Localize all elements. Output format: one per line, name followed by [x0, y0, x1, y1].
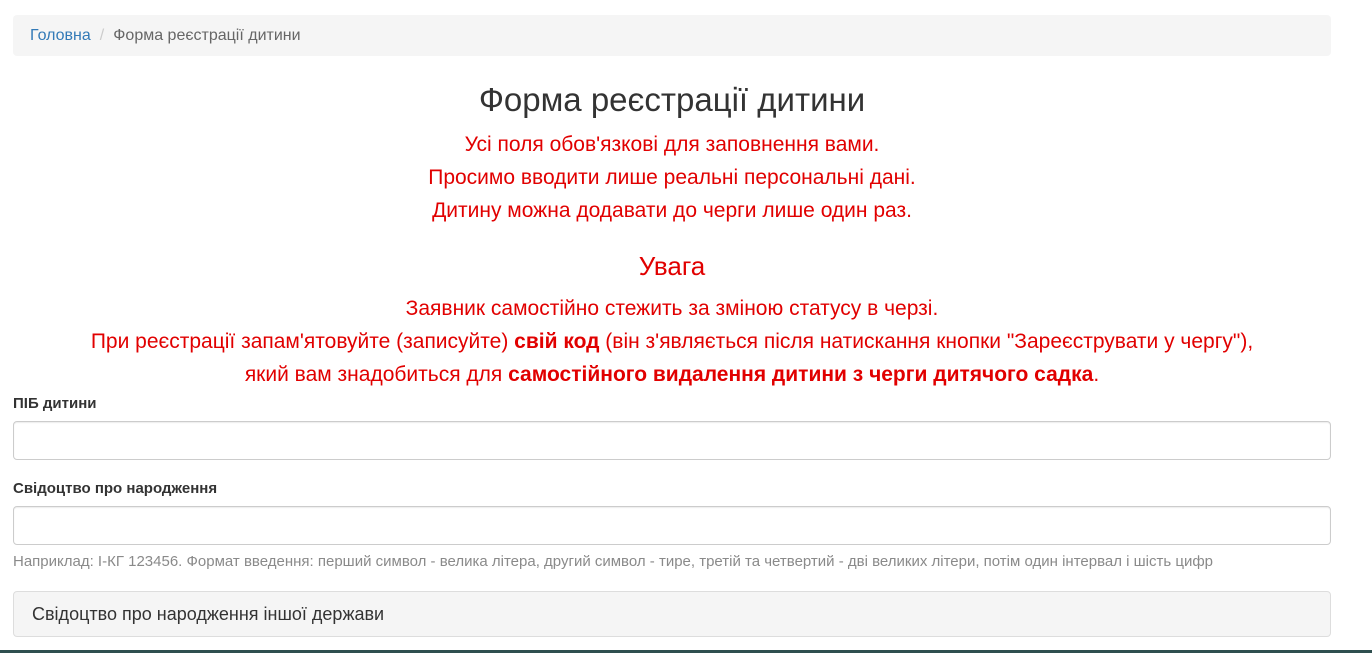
birth-certificate-input[interactable] [13, 506, 1331, 545]
warning-notice: Заявник самостійно стежить за зміною ста… [0, 292, 1344, 391]
page: Головна / Форма реєстрації дитини Форма … [0, 0, 1372, 653]
warning-line-2-end: (він з'являється після натискання кнопки… [599, 330, 1254, 353]
breadcrumb-home-link[interactable]: Головна [30, 27, 91, 45]
breadcrumb: Головна / Форма реєстрації дитини [13, 15, 1331, 56]
foreign-birth-certificate-toggle[interactable]: Свідоцтво про народження іншої держави [13, 591, 1331, 637]
notice-line-1: Усі поля обов'язкові для заповнення вами… [464, 133, 880, 156]
warning-line-3: який вам знадобиться для самостійного ви… [0, 358, 1344, 391]
warning-title: Увага [638, 251, 706, 281]
birth-certificate-label: Свідоцтво про народження [13, 480, 218, 497]
warning-line-2: При реєстрації запам'ятовуйте (записуйте… [0, 325, 1344, 358]
required-notice: Усі поля обов'язкові для заповнення вами… [0, 128, 1344, 227]
notice-line-2: Просимо вводити лише реальні персональні… [428, 166, 916, 189]
breadcrumb-current: Форма реєстрації дитини [113, 26, 301, 44]
warning-line-3-end: . [1093, 363, 1100, 386]
warning-line-3-start: який вам знадобиться для [244, 363, 509, 386]
warning-line-2-start: При реєстрації запам'ятовуйте (записуйте… [90, 330, 515, 353]
warning-removal-emphasis: самостійного видалення дитини з черги ди… [508, 363, 1094, 386]
child-name-label: ПІБ дитини [13, 395, 97, 412]
child-name-input[interactable] [13, 421, 1331, 460]
birth-certificate-help: Наприклад: І-КГ 123456. Формат введення:… [13, 553, 1214, 570]
warning-code-emphasis: свій код [514, 330, 600, 353]
breadcrumb-separator: / [99, 26, 105, 44]
notice-line-3: Дитину можна додавати до черги лише один… [432, 199, 912, 222]
warning-line-1: Заявник самостійно стежить за зміною ста… [405, 297, 939, 320]
foreign-birth-certificate-label: Свідоцтво про народження іншої держави [32, 603, 385, 624]
page-title: Форма реєстрації дитини [478, 81, 866, 118]
